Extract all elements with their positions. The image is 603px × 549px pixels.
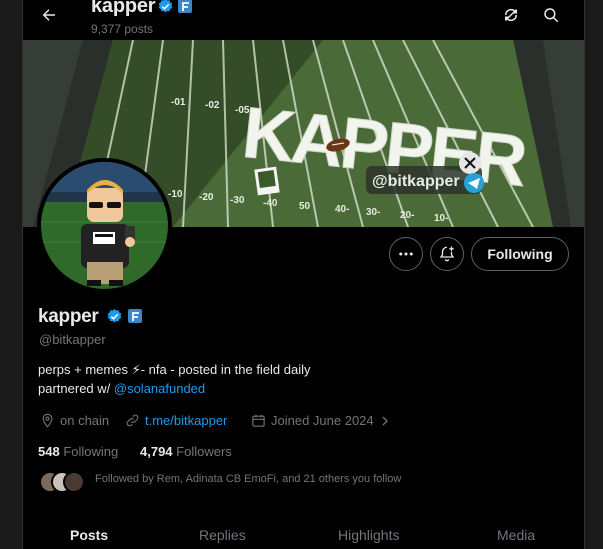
avatar[interactable]: [37, 158, 172, 293]
tab-replies[interactable]: Replies: [199, 527, 246, 543]
chevron-right-icon: [382, 416, 388, 425]
bio-text: partnered w/: [38, 381, 114, 396]
followers-count[interactable]: 4,794 Followers: [140, 444, 232, 459]
profile-page: kapper 9,377 posts -01 -02 -05 -10 -20 -…: [0, 0, 603, 549]
followers-label: Followers: [176, 444, 232, 459]
search-icon: [544, 8, 559, 23]
back-button[interactable]: [36, 2, 62, 28]
search-button[interactable]: [540, 4, 562, 26]
bio-line: partnered w/ @solanafunded: [38, 381, 205, 396]
followers-number: 4,794: [140, 444, 173, 459]
following-count[interactable]: 548 Following: [38, 444, 118, 459]
affiliate-badge-icon[interactable]: [127, 308, 143, 324]
website[interactable]: t.me/bitkapper: [125, 413, 227, 428]
calendar-icon: [252, 414, 265, 427]
left-gutter: [0, 0, 23, 549]
refresh-button[interactable]: [500, 4, 522, 26]
tab-media[interactable]: Media: [497, 527, 535, 543]
affiliate-badge-icon: [178, 0, 192, 13]
right-gutter: [584, 0, 603, 549]
bell-plus-icon: [439, 246, 455, 262]
followed-by-text[interactable]: Followed by Rem, Adinata CB EmoFi, and 2…: [95, 473, 401, 485]
yard-number: -40: [263, 198, 278, 209]
location-pin-icon: [42, 413, 53, 428]
tab-posts[interactable]: Posts: [70, 527, 108, 543]
more-horizontal-icon: [399, 252, 413, 256]
banner-handle: @bitkapper: [372, 173, 460, 190]
yard-number: 20-: [400, 210, 414, 221]
yard-number: 30-: [366, 207, 380, 218]
yard-number: -10: [168, 189, 183, 200]
location-text: on chain: [60, 413, 110, 428]
verified-badge-icon: [158, 0, 173, 13]
tab-highlights[interactable]: Highlights: [338, 527, 399, 543]
verified-badge-icon: [107, 309, 122, 323]
bio-mention-link[interactable]: @solanafunded: [114, 381, 205, 396]
link-icon: [126, 414, 139, 427]
more-button[interactable]: [389, 237, 423, 271]
profile-handle: @bitkapper: [39, 332, 106, 347]
refresh-icon: [504, 8, 518, 22]
bio-line: perps + memes ⚡- nfa - posted in the fie…: [38, 362, 311, 377]
profile-name: kapper: [38, 306, 99, 327]
joined-date[interactable]: Joined June 2024: [251, 413, 391, 428]
post-count: 9,377 posts: [91, 22, 154, 36]
website-link[interactable]: t.me/bitkapper: [145, 413, 227, 428]
following-label: Following: [63, 444, 119, 459]
yard-number: -01: [171, 97, 186, 108]
header-badges: [157, 0, 193, 15]
header-name: kapper: [91, 0, 156, 17]
following-number: 548: [38, 444, 60, 459]
profile-badges: [106, 308, 143, 325]
yard-number: -02: [205, 100, 220, 111]
location: on chain: [40, 413, 109, 428]
yard-number: -30: [230, 195, 245, 206]
yard-number: -20: [199, 192, 214, 203]
joined-text: Joined June 2024: [271, 413, 374, 428]
yard-number: 50: [299, 201, 311, 212]
avatar-image: [41, 162, 168, 289]
yard-number: 10-: [434, 213, 448, 224]
following-button[interactable]: Following: [471, 237, 569, 271]
arrow-left-icon: [42, 9, 55, 21]
follower-avatar[interactable]: [63, 471, 85, 493]
yard-number: 40-: [335, 204, 349, 215]
notify-button[interactable]: [430, 237, 464, 271]
